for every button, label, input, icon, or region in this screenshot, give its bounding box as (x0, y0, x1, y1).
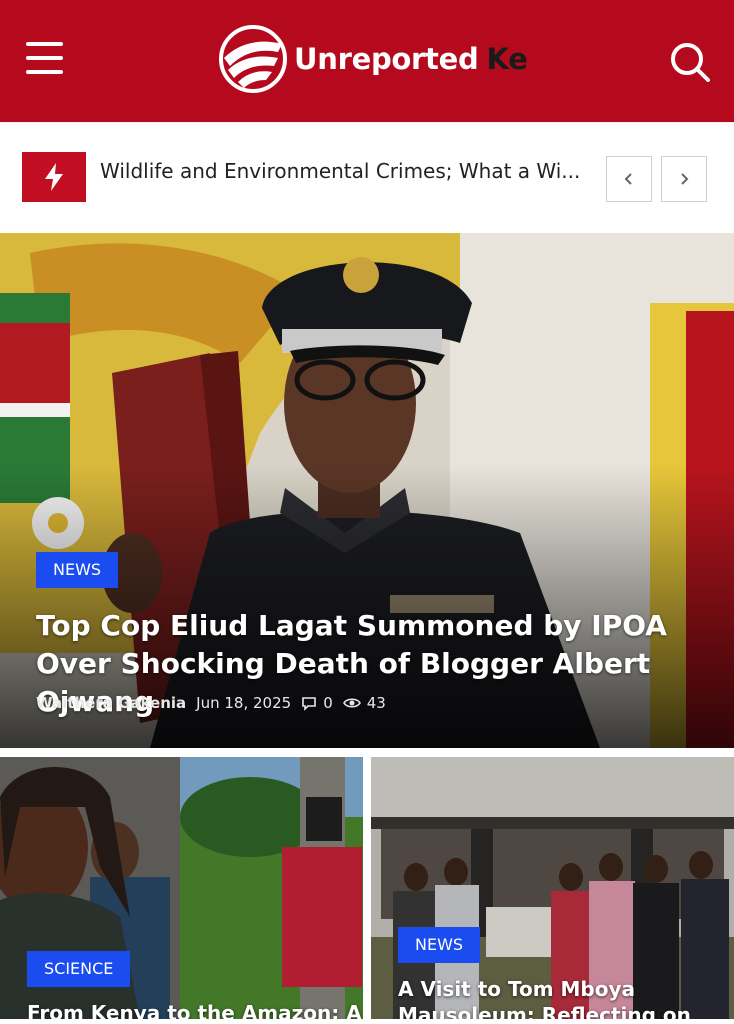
hamburger-menu-icon[interactable] (26, 42, 64, 74)
logo-mark-icon (219, 25, 287, 93)
comment-icon (302, 697, 316, 711)
category-badge[interactable]: SCIENCE (27, 951, 131, 987)
brand-accent: Ke (486, 42, 528, 76)
lightning-bolt-icon (22, 152, 86, 202)
site-logo[interactable]: Unreported Ke (218, 22, 528, 96)
chevron-left-icon (624, 173, 632, 185)
featured-article[interactable]: NEWS Top Cop Eliud Lagat Summoned by IPO… (0, 233, 734, 748)
comments-count: 0 (301, 694, 333, 712)
article-card-title[interactable]: From Kenya to the Amazon: A (27, 1000, 362, 1019)
ticker-headline-link[interactable]: Wildlife and Environmental Crimes; What … (100, 159, 580, 183)
breaking-news-ticker: Wildlife and Environmental Crimes; What … (0, 122, 734, 233)
article-meta: Waithera Gakenia Jun 18, 2025 0 43 (36, 694, 386, 712)
chevron-right-icon (681, 173, 689, 185)
site-header: Unreported Ke (0, 0, 734, 122)
ticker-prev-button[interactable] (606, 156, 652, 202)
search-icon[interactable] (668, 40, 712, 84)
article-card-title[interactable]: A Visit to Tom Mboya Mausoleum: Reflecti… (398, 976, 718, 1019)
brand-name: Unreported (294, 42, 479, 76)
publish-date: Jun 18, 2025 (196, 694, 292, 712)
views-count: 43 (342, 694, 386, 712)
author-link[interactable]: Waithera Gakenia (36, 694, 186, 712)
eye-icon (342, 698, 361, 708)
article-card[interactable]: SCIENCE From Kenya to the Amazon: A (0, 757, 363, 1019)
ticker-next-button[interactable] (661, 156, 707, 202)
article-card[interactable]: NEWS A Visit to Tom Mboya Mausoleum: Ref… (371, 757, 734, 1019)
category-badge[interactable]: NEWS (398, 927, 481, 963)
category-badge[interactable]: NEWS (36, 552, 119, 588)
